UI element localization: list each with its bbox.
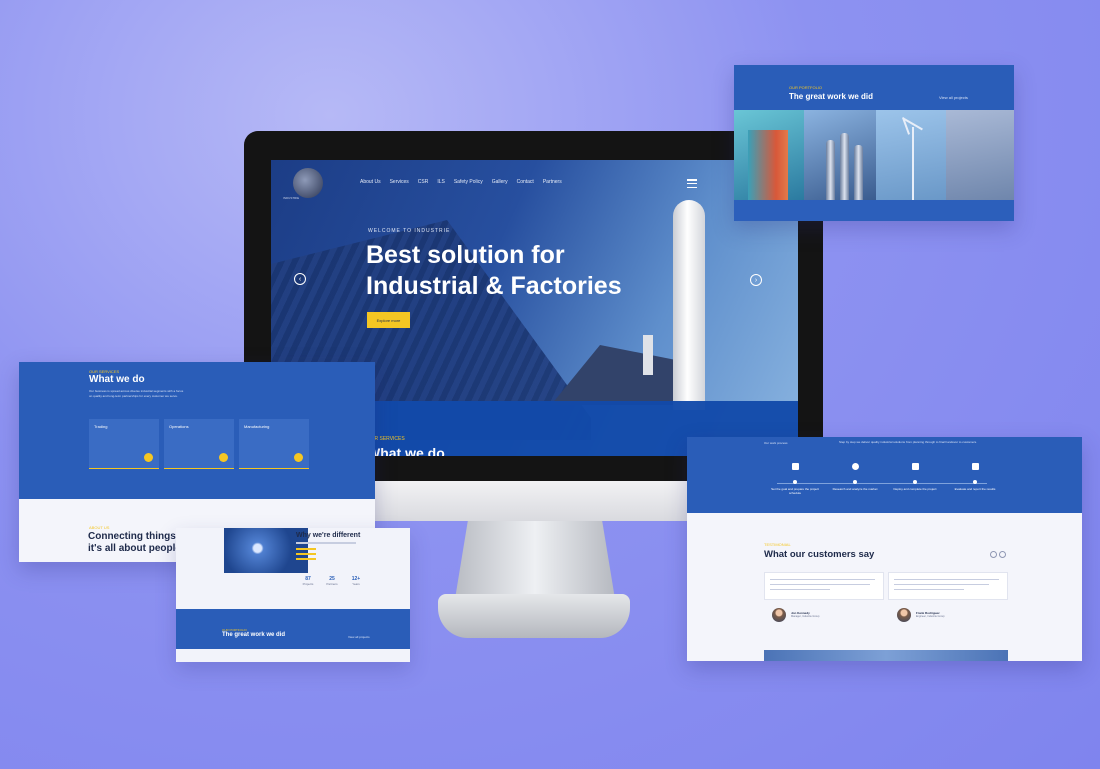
service-icon: [219, 453, 228, 462]
author-role: Engineer, Industrie Group: [916, 615, 945, 618]
rocket-icon: [911, 463, 919, 470]
process-step-3: Deploy and complete the project: [885, 463, 945, 492]
hero-title: Best solution for Industrial & Factories: [366, 240, 686, 303]
why-different-title: Why we're different: [296, 532, 361, 539]
stat-years: 12+ Years: [346, 576, 366, 586]
portfolio-tile-1-building: [748, 130, 788, 200]
why-portfolio-band: [176, 609, 410, 649]
stat-label: Partners: [326, 582, 338, 586]
what-we-do-description: Our business is spread across diverse in…: [89, 389, 184, 398]
hero-small-chimney: [643, 335, 653, 375]
nav-item-contact[interactable]: Contact: [517, 179, 534, 185]
process-step-1: Set the goal and prepare the project sch…: [765, 463, 825, 496]
feature-bullet: [296, 558, 316, 560]
nav-item-gallery[interactable]: Gallery: [492, 179, 508, 185]
service-card-operations[interactable]: Operations: [164, 419, 234, 469]
monitor-stand-foot: [438, 594, 630, 638]
nav-item-csr[interactable]: CSR: [418, 179, 429, 185]
stat-label: Projects: [302, 582, 314, 586]
stat-projects: 87 Projects: [298, 576, 318, 586]
process-label: Our work process: [764, 441, 788, 445]
portfolio-pipe: [840, 133, 849, 200]
testimonial-next-icon[interactable]: [999, 551, 1006, 558]
nav-item-safety[interactable]: Safety Policy: [454, 179, 483, 185]
service-card-label: Trading: [94, 424, 108, 429]
testimonial-footer-strip: [764, 650, 1008, 661]
portfolio-pipe: [826, 140, 835, 200]
hero-title-line-1: Best solution for: [366, 241, 565, 269]
about-heading-line-1: Connecting things,: [88, 531, 179, 542]
monitor-stand-neck: [455, 521, 615, 599]
why-different-card: Why we're different 87 Projects 25 Partn…: [176, 528, 410, 662]
site-logo-icon[interactable]: [293, 168, 323, 198]
process-step-label: Research and analyze the market: [832, 487, 878, 491]
testimonial-author-1: Jon Kennedy Manager, Industrie Group: [791, 611, 819, 618]
what-we-do-title: What we do: [89, 374, 145, 385]
service-card-label: Operations: [169, 424, 189, 429]
report-icon: [971, 463, 979, 470]
testimonial-eyebrow: TESTIMONIAL: [764, 542, 791, 547]
testimonial-quote-1: [764, 572, 884, 600]
process-step-label: Deploy and complete the project: [893, 487, 937, 491]
portfolio-footer: [734, 200, 1014, 221]
portfolio-tile-4[interactable]: [946, 110, 1014, 200]
nav-item-services[interactable]: Services: [390, 179, 409, 185]
hero-chimney: [673, 200, 705, 410]
portfolio-title: The great work we did: [789, 92, 874, 101]
process-step-4: Evaluate and report the results: [945, 463, 1005, 492]
testimonial-author-2: Frank Rodriguez Engineer, Industrie Grou…: [916, 611, 945, 618]
nav-item-about[interactable]: About Us: [360, 179, 381, 185]
wind-turbine-icon: [912, 127, 914, 200]
hero-roof: [551, 345, 691, 405]
testimonials-card: Our work process Step by step we deliver…: [687, 437, 1082, 661]
services-title: What we do: [367, 445, 445, 456]
why-portfolio-link[interactable]: View all projects: [348, 635, 370, 639]
portfolio-pipe: [854, 145, 863, 200]
site-logo-text: INDUSTRIE: [283, 196, 300, 200]
process-step-label: Evaluate and report the results: [954, 487, 996, 491]
feature-bullet: [296, 553, 316, 555]
stat-partners: 25 Partners: [322, 576, 342, 586]
slider-prev-icon[interactable]: ‹: [294, 273, 306, 285]
goal-icon: [791, 463, 799, 470]
about-heading-line-2: it's all about people.: [88, 542, 184, 554]
nav-item-partners[interactable]: Partners: [543, 179, 562, 185]
avatar: [772, 608, 786, 622]
service-icon: [294, 453, 303, 462]
testimonial-quote-2: [888, 572, 1008, 600]
testimonial-nav: [990, 551, 1006, 558]
menu-hamburger-icon[interactable]: [687, 179, 697, 188]
hero-title-line-2: Industrial & Factories: [366, 272, 622, 301]
testimonial-title: What our customers say: [764, 549, 875, 560]
process-description: Step by step we deliver quality industri…: [839, 440, 977, 444]
author-role: Manager, Industrie Group: [791, 615, 820, 618]
hero-welcome: WELCOME TO INDUSTRIE: [368, 228, 451, 234]
portfolio-view-all-link[interactable]: View all projects: [939, 95, 968, 100]
portfolio-eyebrow: OUR PORTFOLIO: [789, 85, 823, 90]
research-icon: [851, 463, 859, 470]
avatar: [897, 608, 911, 622]
service-icon: [144, 453, 153, 462]
text-line: [296, 542, 356, 544]
service-card-manufacturing[interactable]: Manufacturing: [239, 419, 309, 469]
process-step-label: Set the goal and prepare the project sch…: [771, 487, 819, 495]
main-nav: About Us Services CSR ILS Safety Policy …: [360, 179, 562, 185]
service-card-trading[interactable]: Trading: [89, 419, 159, 469]
slider-next-icon[interactable]: ›: [750, 274, 762, 286]
stat-label: Years: [352, 582, 360, 586]
why-portfolio-title: The great work we did: [222, 632, 286, 638]
about-eyebrow: ABOUT US: [89, 525, 110, 530]
portfolio-card: OUR PORTFOLIO The great work we did View…: [734, 65, 1014, 221]
hero-cta-button[interactable]: Explore more: [367, 312, 410, 328]
nav-item-ils[interactable]: ILS: [437, 179, 445, 185]
testimonial-prev-icon[interactable]: [990, 551, 997, 558]
service-card-label: Manufacturing: [244, 424, 270, 429]
about-heading: Connecting things, it's all about people…: [88, 531, 184, 554]
process-step-2: Research and analyze the market: [825, 463, 885, 492]
feature-bullet: [296, 548, 316, 550]
